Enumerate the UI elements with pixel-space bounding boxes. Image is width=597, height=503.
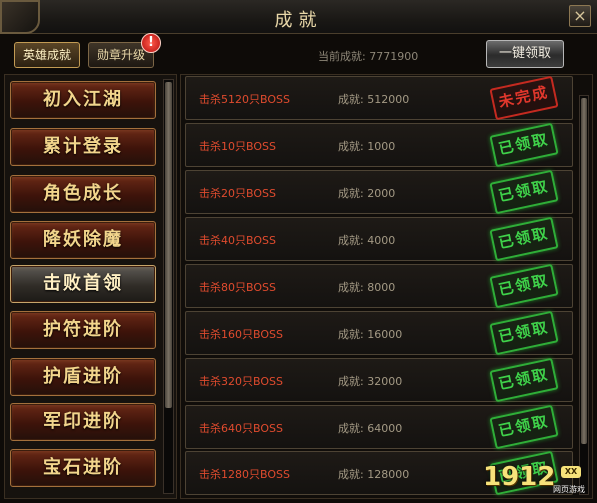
category-seal-advance[interactable]: 军印进阶 bbox=[10, 403, 156, 441]
claimed-stamp-icon: 已领取 bbox=[489, 357, 559, 403]
claim-all-button[interactable]: 一键领取 bbox=[486, 40, 564, 68]
achievement-points: 成就: 64000 bbox=[338, 422, 403, 435]
achievement-name: 击杀80只BOSS bbox=[199, 281, 276, 294]
category-gem-advance[interactable]: 宝石进阶 bbox=[10, 449, 156, 487]
claimed-stamp-icon: 已领取 bbox=[489, 310, 559, 356]
achievement-name: 击杀20只BOSS bbox=[199, 187, 276, 200]
claimed-stamp-icon: 已领取 bbox=[489, 216, 559, 262]
achievement-points: 成就: 512000 bbox=[338, 93, 410, 106]
category-list: 初入江湖 累计登录 角色成长 降妖除魔 击败首领 护符进阶 护盾进阶 军印进阶 … bbox=[4, 74, 177, 499]
watermark-number: 1912 bbox=[483, 462, 556, 492]
tab-medal-upgrade-label: 勋章升级 bbox=[97, 48, 146, 62]
category-beginner[interactable]: 初入江湖 bbox=[10, 81, 156, 119]
achievement-row: 击杀5120只BOSS 成就: 512000 未完成 bbox=[185, 75, 573, 121]
watermark-tag: XX bbox=[561, 466, 581, 478]
category-demon-slaying[interactable]: 降妖除魔 bbox=[10, 221, 156, 259]
achievement-points: 成就: 128000 bbox=[338, 468, 410, 481]
achievement-points: 成就: 8000 bbox=[338, 281, 396, 294]
tab-hero-achievements[interactable]: 英雄成就 bbox=[14, 42, 81, 68]
category-amulet-advance[interactable]: 护符进阶 bbox=[10, 311, 156, 349]
achievement-list: 击杀5120只BOSS 成就: 512000 未完成 击杀10只BOSS 成就:… bbox=[180, 74, 593, 499]
claimed-stamp-icon: 已领取 bbox=[489, 122, 559, 168]
achievement-name: 击杀160只BOSS bbox=[199, 328, 283, 341]
achievement-points: 成就: 16000 bbox=[338, 328, 403, 341]
achievement-name: 击杀10只BOSS bbox=[199, 140, 276, 153]
site-watermark-logo: 1912 XX 网页游戏 bbox=[483, 462, 593, 500]
achievement-scrollbar-thumb[interactable] bbox=[581, 98, 587, 444]
alert-badge-icon: ! bbox=[141, 33, 162, 53]
achievement-points: 成就: 2000 bbox=[338, 187, 396, 200]
achievement-row: 击杀160只BOSS 成就: 16000 已领取 bbox=[185, 310, 573, 356]
claimed-stamp-icon: 已领取 bbox=[489, 263, 559, 309]
category-scrollbar-thumb[interactable] bbox=[165, 82, 172, 408]
achievement-scrollbar[interactable] bbox=[579, 95, 589, 495]
achievement-name: 击杀40只BOSS bbox=[199, 234, 276, 247]
title-bar: 成就 × bbox=[0, 0, 597, 34]
category-cumulative-login[interactable]: 累计登录 bbox=[10, 128, 156, 166]
achievement-row: 击杀320只BOSS 成就: 32000 已领取 bbox=[185, 357, 573, 403]
tab-medal-upgrade[interactable]: 勋章升级 ! bbox=[88, 33, 162, 68]
achievement-row: 击杀80只BOSS 成就: 8000 已领取 bbox=[185, 263, 573, 309]
watermark-subtitle: 网页游戏 bbox=[553, 485, 585, 494]
incomplete-stamp-icon: 未完成 bbox=[489, 75, 559, 121]
achievement-row: 击杀640只BOSS 成就: 64000 已领取 bbox=[185, 404, 573, 450]
window-title: 成就 bbox=[274, 10, 323, 31]
achievement-name: 击杀1280只BOSS bbox=[199, 468, 290, 481]
achievement-name: 击杀640只BOSS bbox=[199, 422, 283, 435]
achievement-name: 击杀5120只BOSS bbox=[199, 93, 290, 106]
category-shield-advance[interactable]: 护盾进阶 bbox=[10, 358, 156, 396]
achievement-points: 成就: 32000 bbox=[338, 375, 403, 388]
achievement-points: 成就: 4000 bbox=[338, 234, 396, 247]
close-button[interactable]: × bbox=[569, 5, 591, 27]
achievement-row: 击杀10只BOSS 成就: 1000 已领取 bbox=[185, 122, 573, 168]
category-character-growth[interactable]: 角色成长 bbox=[10, 175, 156, 213]
achievement-row: 击杀40只BOSS 成就: 4000 已领取 bbox=[185, 216, 573, 262]
current-achievement-points: 当前成就: 7771900 bbox=[318, 50, 419, 63]
achievement-name: 击杀320只BOSS bbox=[199, 375, 283, 388]
category-defeat-boss[interactable]: 击败首领 bbox=[10, 265, 156, 303]
achievement-row: 击杀20只BOSS 成就: 2000 已领取 bbox=[185, 169, 573, 215]
achievement-points: 成就: 1000 bbox=[338, 140, 396, 153]
claimed-stamp-icon: 已领取 bbox=[489, 169, 559, 215]
category-scrollbar[interactable] bbox=[163, 79, 174, 494]
claimed-stamp-icon: 已领取 bbox=[489, 404, 559, 450]
